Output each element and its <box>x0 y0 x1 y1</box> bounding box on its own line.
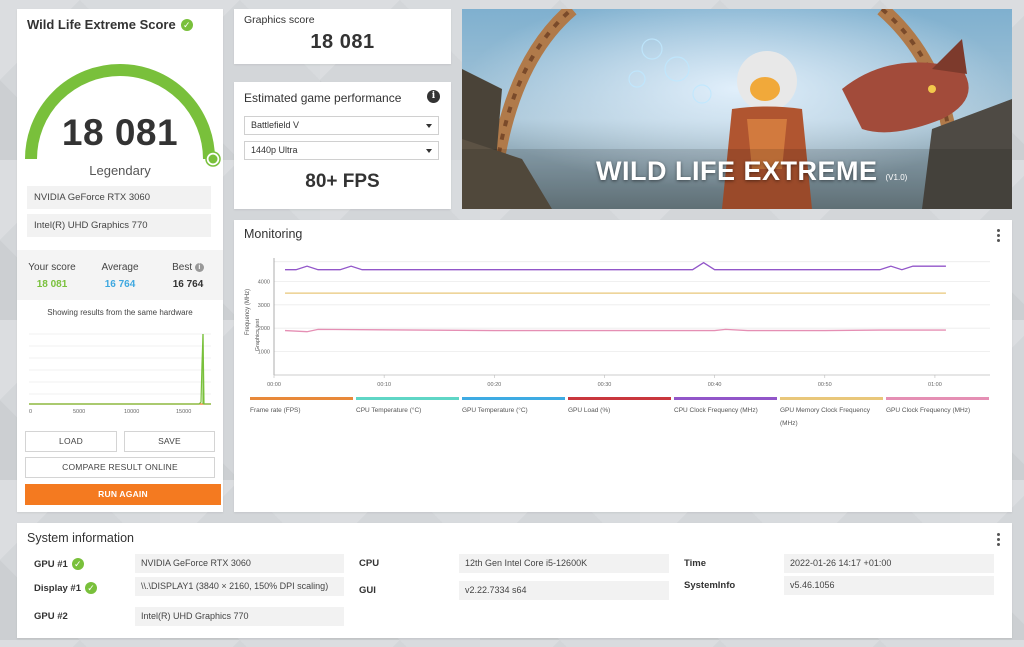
average-score: Average 16 764 <box>101 262 139 290</box>
legend-label: Frame rate (FPS) <box>250 407 301 414</box>
sys-label-cpu: CPU <box>359 558 380 569</box>
score-rank: Legendary <box>89 163 151 178</box>
legend-item[interactable]: CPU Clock Frequency (MHz) <box>674 397 777 417</box>
legend-item[interactable]: GPU Memory Clock Frequency (MHz) <box>780 397 883 430</box>
legend-swatch <box>250 397 353 400</box>
game-select[interactable]: Battlefield V <box>244 116 439 135</box>
x-tick-label: 00:10 <box>377 382 391 388</box>
banner-title: WILD LIFE EXTREME (V1.0) <box>596 156 908 186</box>
estimated-performance-title: Estimated game performance <box>244 91 402 105</box>
run-again-button[interactable]: RUN AGAIN <box>25 484 221 505</box>
estimated-fps: 80+ FPS <box>305 171 380 192</box>
hardware-gpu1: NVIDIA GeForce RTX 3060 <box>27 186 211 209</box>
system-information-card: System information GPU #1 ✓ NVIDIA GeForc… <box>17 523 1012 638</box>
sys-value-gui: v2.22.7334 s64 <box>459 581 669 600</box>
sys-value-gpu1: NVIDIA GeForce RTX 3060 <box>135 554 344 573</box>
monitoring-title: Monitoring <box>244 227 303 241</box>
dist-tick: 5000 <box>73 409 85 415</box>
y-axis-label: Frequency (MHz) <box>245 289 251 335</box>
system-information-title: System information <box>27 531 134 545</box>
monitoring-card: Monitoring 1000 2000 3000 4000 00:00 00:10 00:… <box>234 220 1012 512</box>
dist-tick: 0 <box>29 409 32 415</box>
check-icon: ✓ <box>180 18 193 31</box>
x-tick-label: 00:00 <box>267 382 281 388</box>
legend-swatch <box>886 397 989 400</box>
banner-version: (V1.0) <box>885 173 908 182</box>
your-score: Your score 18 081 <box>28 262 76 290</box>
legend-label: GPU Clock Frequency (MHz) <box>886 407 971 414</box>
x-tick-label: 00:40 <box>708 382 722 388</box>
sys-value-cpu: 12th Gen Intel Core i5-12600K <box>459 554 669 573</box>
info-icon[interactable]: i <box>427 90 440 103</box>
graphics-score-value: 18 081 <box>310 31 375 53</box>
sys-label-systeminfo: SystemInfo <box>684 580 736 591</box>
legend-swatch <box>780 397 883 400</box>
score-card-title: Wild Life Extreme Score ✓ <box>27 17 193 32</box>
legend-swatch <box>674 397 777 400</box>
legend-item[interactable]: GPU Load (%) <box>568 397 671 417</box>
legend-label: CPU Temperature (°C) <box>356 407 422 414</box>
y-axis-sublabel: Graphics test <box>255 318 261 351</box>
legend-swatch <box>462 397 565 400</box>
graphics-score-card: Graphics score 18 081 <box>234 9 451 64</box>
compare-online-button[interactable]: COMPARE RESULT ONLINE <box>25 457 215 478</box>
score-distribution-chart: 0 5000 10000 15000 <box>29 333 211 415</box>
x-tick-label: 00:50 <box>818 382 832 388</box>
sys-value-systeminfo: v5.46.1056 <box>784 576 994 595</box>
more-options-icon[interactable] <box>997 229 1000 244</box>
dist-tick: 15000 <box>176 409 191 415</box>
sys-value-gpu2: Intel(R) UHD Graphics 770 <box>135 607 344 626</box>
y-tick-label: 3000 <box>258 303 270 309</box>
legend-label: GPU Load (%) <box>568 407 611 414</box>
series-line-gpu-clock-frequency-mhz <box>284 328 946 333</box>
monitoring-chart: 100020003000400000:00 00:10 00:20 00:30 00:4… <box>245 258 990 388</box>
legend-item[interactable]: GPU Temperature (°C) <box>462 397 565 417</box>
legend-item[interactable]: Frame rate (FPS) <box>250 397 353 417</box>
legend-item[interactable]: GPU Clock Frequency (MHz) <box>886 397 989 417</box>
x-tick-label: 00:30 <box>598 382 612 388</box>
chevron-down-icon <box>426 124 432 128</box>
graphics-score-label: Graphics score <box>244 14 315 26</box>
legend-swatch <box>356 397 459 400</box>
check-icon: ✓ <box>71 558 84 570</box>
more-options-icon[interactable] <box>997 533 1000 548</box>
x-tick-label: 00:20 <box>487 382 501 388</box>
check-icon: ✓ <box>85 582 97 594</box>
save-button[interactable]: SAVE <box>124 431 215 452</box>
legend-swatch <box>568 397 671 400</box>
hardware-gpu2: Intel(R) UHD Graphics 770 <box>27 214 211 237</box>
sys-label-gpu2: GPU #2 <box>34 611 68 622</box>
sys-label-display1: Display #1 ✓ <box>34 582 97 594</box>
info-icon[interactable]: i <box>194 263 204 272</box>
sys-label-gpu1: GPU #1 ✓ <box>34 558 84 570</box>
sys-value-display1: \\.\DISPLAY1 (3840 × 2160, 150% DPI scal… <box>135 577 344 596</box>
dist-tick: 10000 <box>124 409 139 415</box>
benchmark-banner: WILD LIFE EXTREME (V1.0) <box>462 9 1012 209</box>
sys-label-time: Time <box>684 558 707 569</box>
overall-score: 18 081 <box>61 112 179 153</box>
preset-select[interactable]: 1440p Ultra <box>244 141 439 160</box>
x-tick-label: 01:00 <box>928 382 942 388</box>
score-summary: Your score 18 081 Average 16 764 Best i … <box>17 250 223 300</box>
load-button[interactable]: LOAD <box>25 431 117 452</box>
y-tick-label: 4000 <box>258 279 270 285</box>
chevron-down-icon <box>426 149 432 153</box>
legend-label: GPU Temperature (°C) <box>462 407 528 414</box>
legend-label: GPU Memory Clock Frequency (MHz) <box>780 407 870 427</box>
legend-label: CPU Clock Frequency (MHz) <box>674 407 758 414</box>
sys-value-time: 2022-01-26 14:17 +01:00 <box>784 554 994 573</box>
sys-label-gui: GUI <box>359 585 376 596</box>
showing-text: Showing results from the same hardware <box>47 308 193 317</box>
best-score: Best i 16 764 <box>172 262 204 290</box>
legend-item[interactable]: CPU Temperature (°C) <box>356 397 459 417</box>
estimated-performance-card: Estimated game performance i Battlefield… <box>234 82 451 209</box>
score-card: Wild Life Extreme Score ✓ 18 081 Legenda… <box>17 9 223 512</box>
series-line-cpu-clock-frequency-mhz <box>285 261 946 271</box>
